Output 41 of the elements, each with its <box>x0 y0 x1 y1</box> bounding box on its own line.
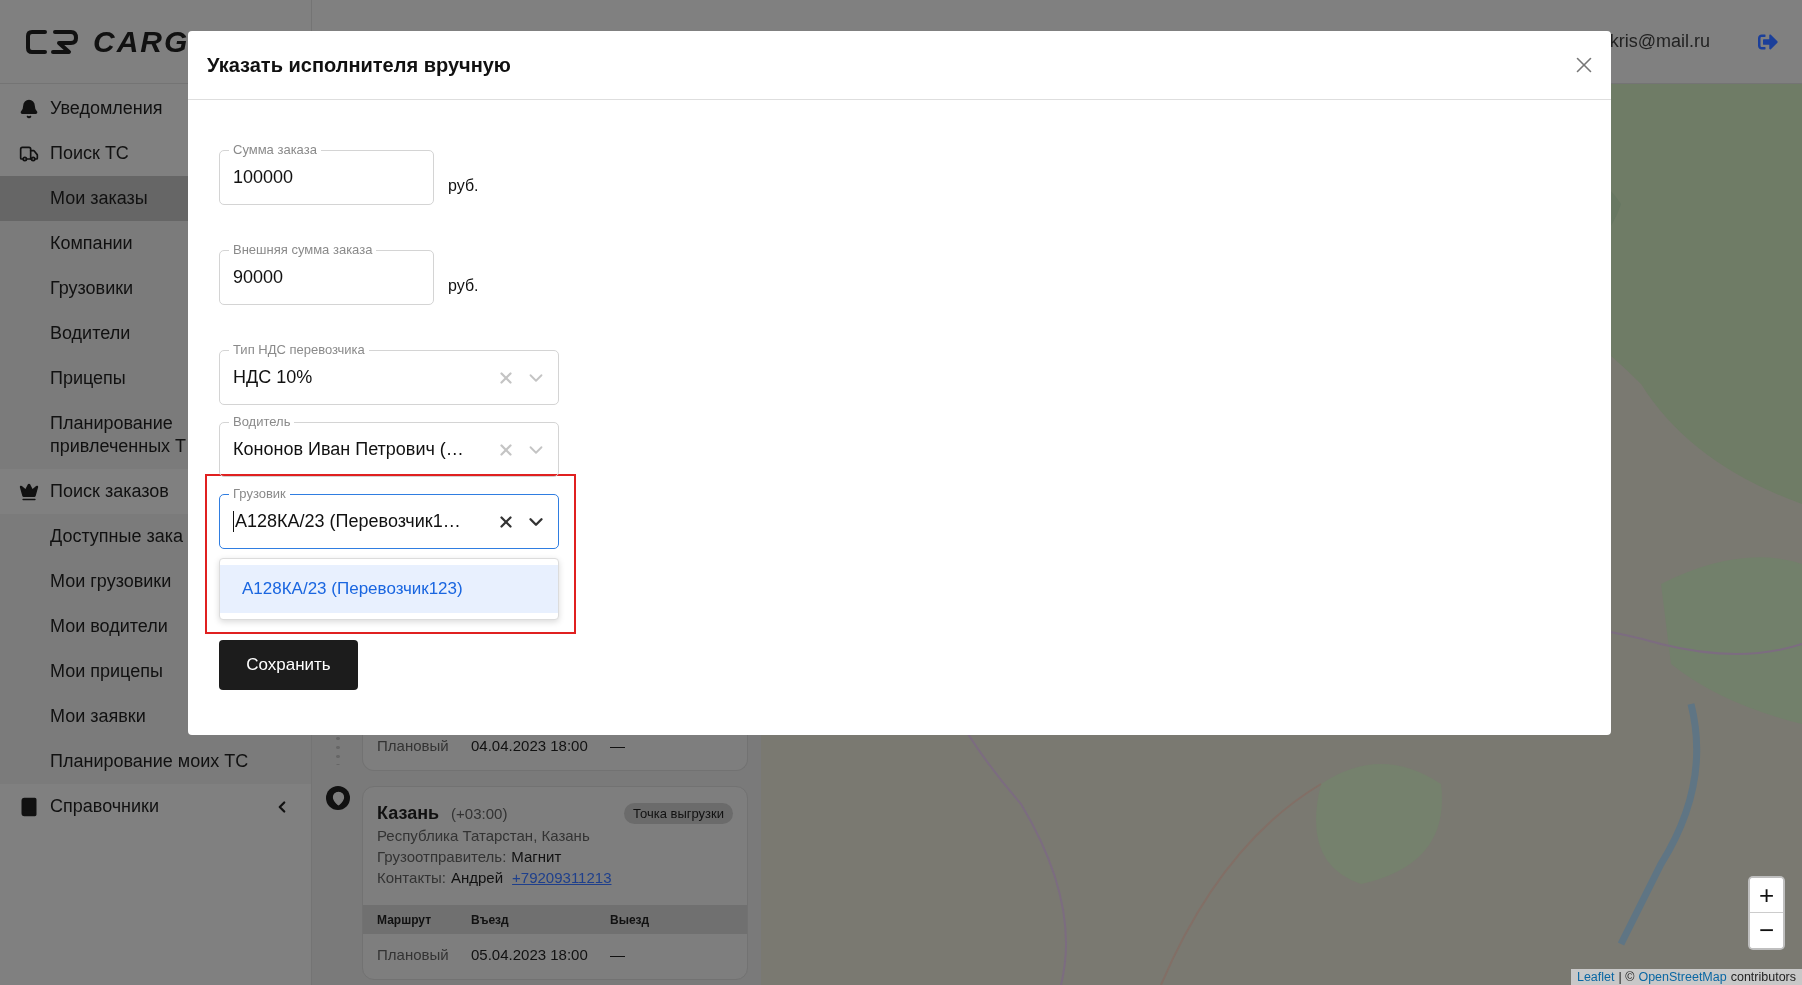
sidebar-item[interactable]: Справочники <box>0 784 311 829</box>
currency-unit: руб. <box>448 177 479 196</box>
sidebar-item[interactable]: Уведомления <box>0 86 311 131</box>
attribution-text: | © <box>1618 970 1635 984</box>
input-field[interactable]: Внешняя сумма заказа 90000 <box>219 241 434 305</box>
timezone: (+03:00) <box>451 804 509 822</box>
attribution-text: contributors <box>1730 970 1796 984</box>
table-cell-text: — <box>610 945 626 963</box>
location-pin-icon <box>326 786 350 810</box>
point-type-badge: Точка выгрузки <box>624 802 733 824</box>
table-cell-text: Плановый <box>377 945 450 963</box>
attribution-link[interactable]: OpenStreetMap <box>1638 970 1727 984</box>
address: Республика Татарстан, Казань <box>377 827 590 844</box>
modal-title: Указать исполнителя вручную <box>207 53 511 77</box>
shipper-name: Магнит <box>511 848 562 865</box>
book-icon <box>19 796 39 817</box>
crown-icon <box>19 481 39 502</box>
attribution-link[interactable]: Leaflet <box>1576 970 1615 984</box>
column-header: Маршрут <box>377 912 433 927</box>
logo-icon <box>25 28 79 55</box>
select-field[interactable]: Грузовик А128КА/23 (Перевозчик1… <box>219 485 559 549</box>
currency-unit: руб. <box>448 277 479 296</box>
table-cell-text: 04.04.2023 18:00 <box>471 736 589 754</box>
text-cursor <box>233 511 234 532</box>
zoom-in-button[interactable]: + <box>1750 878 1783 913</box>
city-name: Казань <box>377 802 440 824</box>
bell-icon <box>19 98 39 119</box>
shipper-label: Грузоотправитель: <box>377 848 507 865</box>
save-button[interactable]: Сохранить <box>219 640 358 690</box>
table-cell-text: 05.04.2023 18:00 <box>471 945 589 963</box>
contacts-label: Контакты: <box>377 869 446 886</box>
column-header: Въезд <box>471 912 510 927</box>
column-header: Выезд <box>610 912 651 927</box>
sidebar-subitem[interactable]: Планирование моих ТС <box>0 739 311 784</box>
table-cell-text: — <box>610 736 626 754</box>
phone-link[interactable]: +79209311213 <box>512 869 612 886</box>
dropdown-option[interactable]: А128КА/23 (Перевозчик123) <box>220 565 558 613</box>
user-email: kris@mail.ru <box>1609 31 1710 52</box>
logo-text: CARG <box>93 24 190 59</box>
contact-name: Андрей <box>450 869 504 886</box>
table-cell-text: Плановый <box>377 736 450 754</box>
